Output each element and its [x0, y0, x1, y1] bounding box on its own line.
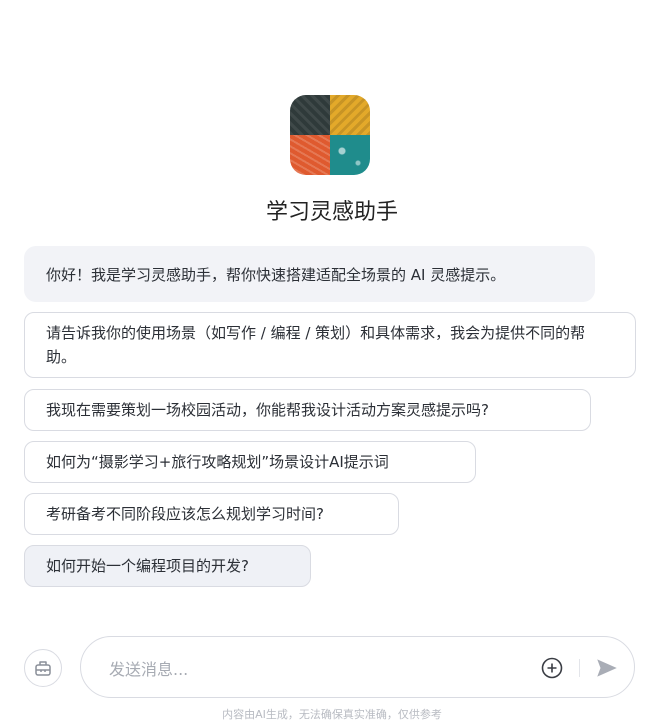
suggestion-chip[interactable]: 如何为“摄影学习+旅行攻略规划”场景设计AI提示词: [24, 441, 476, 483]
suggestion-text: 请告诉我你的使用场景（如写作 / 编程 / 策划）和具体需求，我会为提供不同的帮…: [46, 324, 586, 366]
suggestion-chip[interactable]: 如何开始一个编程项目的开发?: [24, 545, 311, 587]
send-icon[interactable]: [594, 655, 620, 681]
assistant-name: 学习灵感助手: [265, 200, 398, 225]
suggestion-chip[interactable]: 我现在需要策划一场校园活动，你能帮我设计活动方案灵感提示吗?: [24, 389, 591, 431]
suggestion-text: 如何为“摄影学习+旅行攻略规划”场景设计AI提示词: [46, 453, 389, 471]
assistant-avatar: [290, 95, 370, 175]
disclaimer: 内容由AI生成，无法确保真实准确，仅供参考: [222, 708, 442, 721]
suggestion-text: 如何开始一个编程项目的开发?: [46, 557, 249, 575]
avatar-tile: [290, 95, 330, 135]
suggestion-text: 考研备考不同阶段应该怎么规划学习时间?: [46, 505, 324, 523]
avatar-tile: [330, 95, 370, 135]
message-input-box[interactable]: [80, 636, 635, 698]
greeting-text: 你好！我是学习灵感助手，帮你快速搭建适配全场景的 AI 灵感提示。: [46, 265, 506, 284]
add-attachment-icon[interactable]: [540, 656, 564, 680]
suggestion-chip[interactable]: 考研备考不同阶段应该怎么规划学习时间?: [24, 493, 399, 535]
avatar-tile: [330, 135, 370, 175]
message-input[interactable]: [107, 653, 511, 685]
toolbox-icon: [35, 661, 51, 676]
avatar-tile: [290, 135, 330, 175]
composer: [0, 636, 664, 698]
greeting-message: 你好！我是学习灵感助手，帮你快速搭建适配全场景的 AI 灵感提示。: [24, 246, 595, 302]
suggestion-chip[interactable]: 请告诉我你的使用场景（如写作 / 编程 / 策划）和具体需求，我会为提供不同的帮…: [24, 312, 636, 378]
suggestion-text: 我现在需要策划一场校园活动，你能帮我设计活动方案灵感提示吗?: [46, 401, 489, 419]
divider: [579, 659, 580, 677]
toolbox-button[interactable]: [24, 649, 62, 687]
